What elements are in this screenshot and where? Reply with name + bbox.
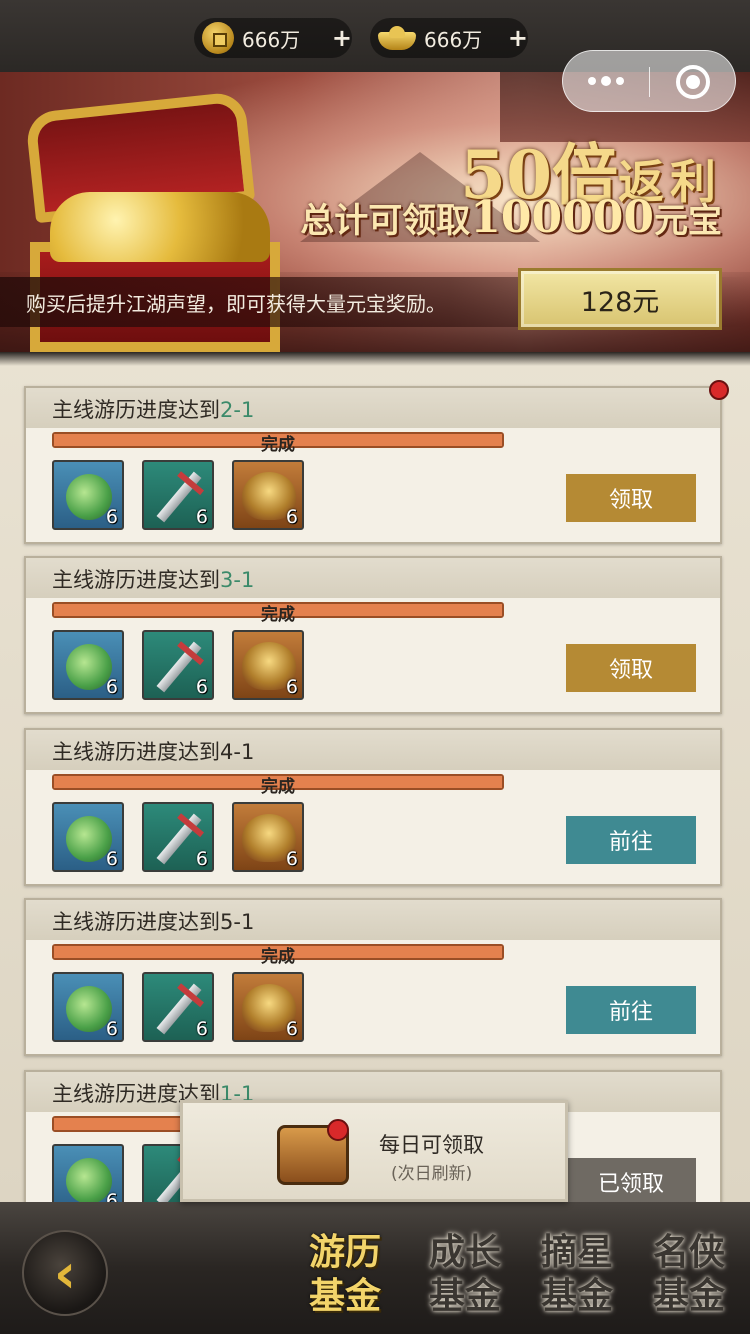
reward-count: 6 — [195, 848, 208, 870]
reward-item[interactable]: 6 — [232, 972, 304, 1042]
reward-item[interactable]: 6 — [142, 972, 214, 1042]
progress-bar: 完成 — [52, 774, 504, 797]
task-title: 主线游历进度达到3-1 — [52, 568, 255, 592]
ingot-amount: 666万 — [424, 27, 483, 52]
reward-item[interactable]: 6 — [52, 460, 124, 530]
reward-item[interactable]: 6 — [52, 630, 124, 700]
sword-icon — [156, 641, 202, 693]
reward-count: 6 — [105, 848, 118, 870]
task-card: 主线游历进度达到2-1 完成 6 6 6 领取 — [24, 386, 722, 544]
reward-item[interactable]: 6 — [232, 460, 304, 530]
coin-icon — [202, 22, 234, 54]
go-button[interactable]: 前往 — [566, 816, 696, 864]
more-dots-icon[interactable] — [563, 51, 649, 111]
tab-hero-fund[interactable]: 名侠 基金 — [634, 1230, 744, 1322]
reward-count: 6 — [285, 848, 298, 870]
reward-count: 6 — [285, 506, 298, 528]
purchase-button[interactable]: 128元 — [518, 268, 722, 330]
task-stage: 3-1 — [220, 568, 255, 592]
chevron-left-icon: ‹ — [53, 1241, 77, 1305]
reward-count: 6 — [285, 676, 298, 698]
tab-growth-fund[interactable]: 成长 基金 — [410, 1230, 520, 1322]
task-card: 主线游历进度达到4-1 完成 6 6 6 前往 — [24, 728, 722, 886]
reward-item[interactable]: 6 — [52, 972, 124, 1042]
capsule-divider — [649, 67, 650, 97]
notification-dot — [327, 1119, 349, 1141]
ingot-balance[interactable]: 666万 + — [370, 18, 528, 58]
task-stage: 5-1 — [220, 910, 255, 934]
daily-reward-title: 每日可领取 — [379, 1133, 484, 1157]
progress-label: 完成 — [261, 777, 295, 797]
reward-item[interactable]: 6 — [232, 802, 304, 872]
tab-star-fund[interactable]: 摘星 基金 — [522, 1230, 632, 1322]
progress-label: 完成 — [261, 605, 295, 625]
claim-button[interactable]: 领取 — [566, 474, 696, 522]
target-close-icon[interactable] — [676, 65, 710, 99]
reward-item[interactable]: 6 — [142, 630, 214, 700]
daily-reward-popup[interactable]: 每日可领取 (次日刷新) — [180, 1100, 568, 1202]
reward-count: 6 — [195, 506, 208, 528]
reward-item[interactable]: 6 — [232, 630, 304, 700]
miniprogram-capsule — [562, 50, 736, 112]
reward-count: 6 — [105, 1190, 118, 1202]
fund-banner: 50倍返利 总计可领取100000元宝 购买后提升江湖声望，即可获得大量元宝奖励… — [0, 72, 750, 352]
task-stage: 2-1 — [220, 398, 255, 422]
banner-description: 购买后提升江湖声望，即可获得大量元宝奖励。 — [26, 292, 446, 316]
reward-item[interactable]: 6 — [142, 802, 214, 872]
tab-travel-fund[interactable]: 游历 基金 — [290, 1230, 400, 1322]
reward-count: 6 — [105, 1018, 118, 1040]
reward-item[interactable]: 6 — [52, 1144, 124, 1202]
notification-dot — [709, 380, 729, 400]
task-list[interactable]: 主线游历进度达到2-1 完成 6 6 6 领取 主线游历进度达到3-1 完成 6 6 6 领取 主线游历… — [0, 352, 750, 1202]
fund-tab-bar: ‹ 游历 基金 成长 基金 摘星 基金 名侠 基金 — [0, 1202, 750, 1334]
progress-label: 完成 — [261, 435, 295, 455]
ingot-icon — [378, 24, 416, 52]
copper-coin-balance[interactable]: 666万 + — [194, 18, 352, 58]
sword-icon — [156, 471, 202, 523]
back-button[interactable]: ‹ — [22, 1230, 108, 1316]
reward-count: 6 — [195, 1018, 208, 1040]
task-card: 主线游历进度达到5-1 完成 6 6 6 前往 — [24, 898, 722, 1056]
progress-bar: 完成 — [52, 432, 504, 455]
reward-item[interactable]: 6 — [142, 460, 214, 530]
task-title: 主线游历进度达到4-1 — [52, 740, 255, 764]
sword-icon — [156, 813, 202, 865]
progress-bar: 完成 — [52, 602, 504, 625]
banner-subtitle: 总计可领取100000元宝 — [300, 192, 722, 243]
plus-icon[interactable]: + — [508, 24, 528, 52]
reward-count: 6 — [285, 1018, 298, 1040]
task-stage: 4-1 — [220, 740, 255, 764]
reward-count: 6 — [105, 506, 118, 528]
task-title: 主线游历进度达到5-1 — [52, 910, 255, 934]
progress-label: 完成 — [261, 947, 295, 967]
task-card: 主线游历进度达到3-1 完成 6 6 6 领取 — [24, 556, 722, 714]
claim-button[interactable]: 领取 — [566, 644, 696, 692]
go-button[interactable]: 前往 — [566, 986, 696, 1034]
coin-amount: 666万 — [242, 27, 301, 52]
reward-count: 6 — [105, 676, 118, 698]
task-title: 主线游历进度达到2-1 — [52, 398, 255, 422]
daily-reward-subtitle: (次日刷新) — [391, 1164, 473, 1184]
plus-icon[interactable]: + — [332, 24, 352, 52]
done-button[interactable]: 已领取 — [566, 1158, 696, 1202]
sword-icon — [156, 983, 202, 1035]
reward-item[interactable]: 6 — [52, 802, 124, 872]
reward-count: 6 — [195, 676, 208, 698]
progress-bar: 完成 — [52, 944, 504, 967]
